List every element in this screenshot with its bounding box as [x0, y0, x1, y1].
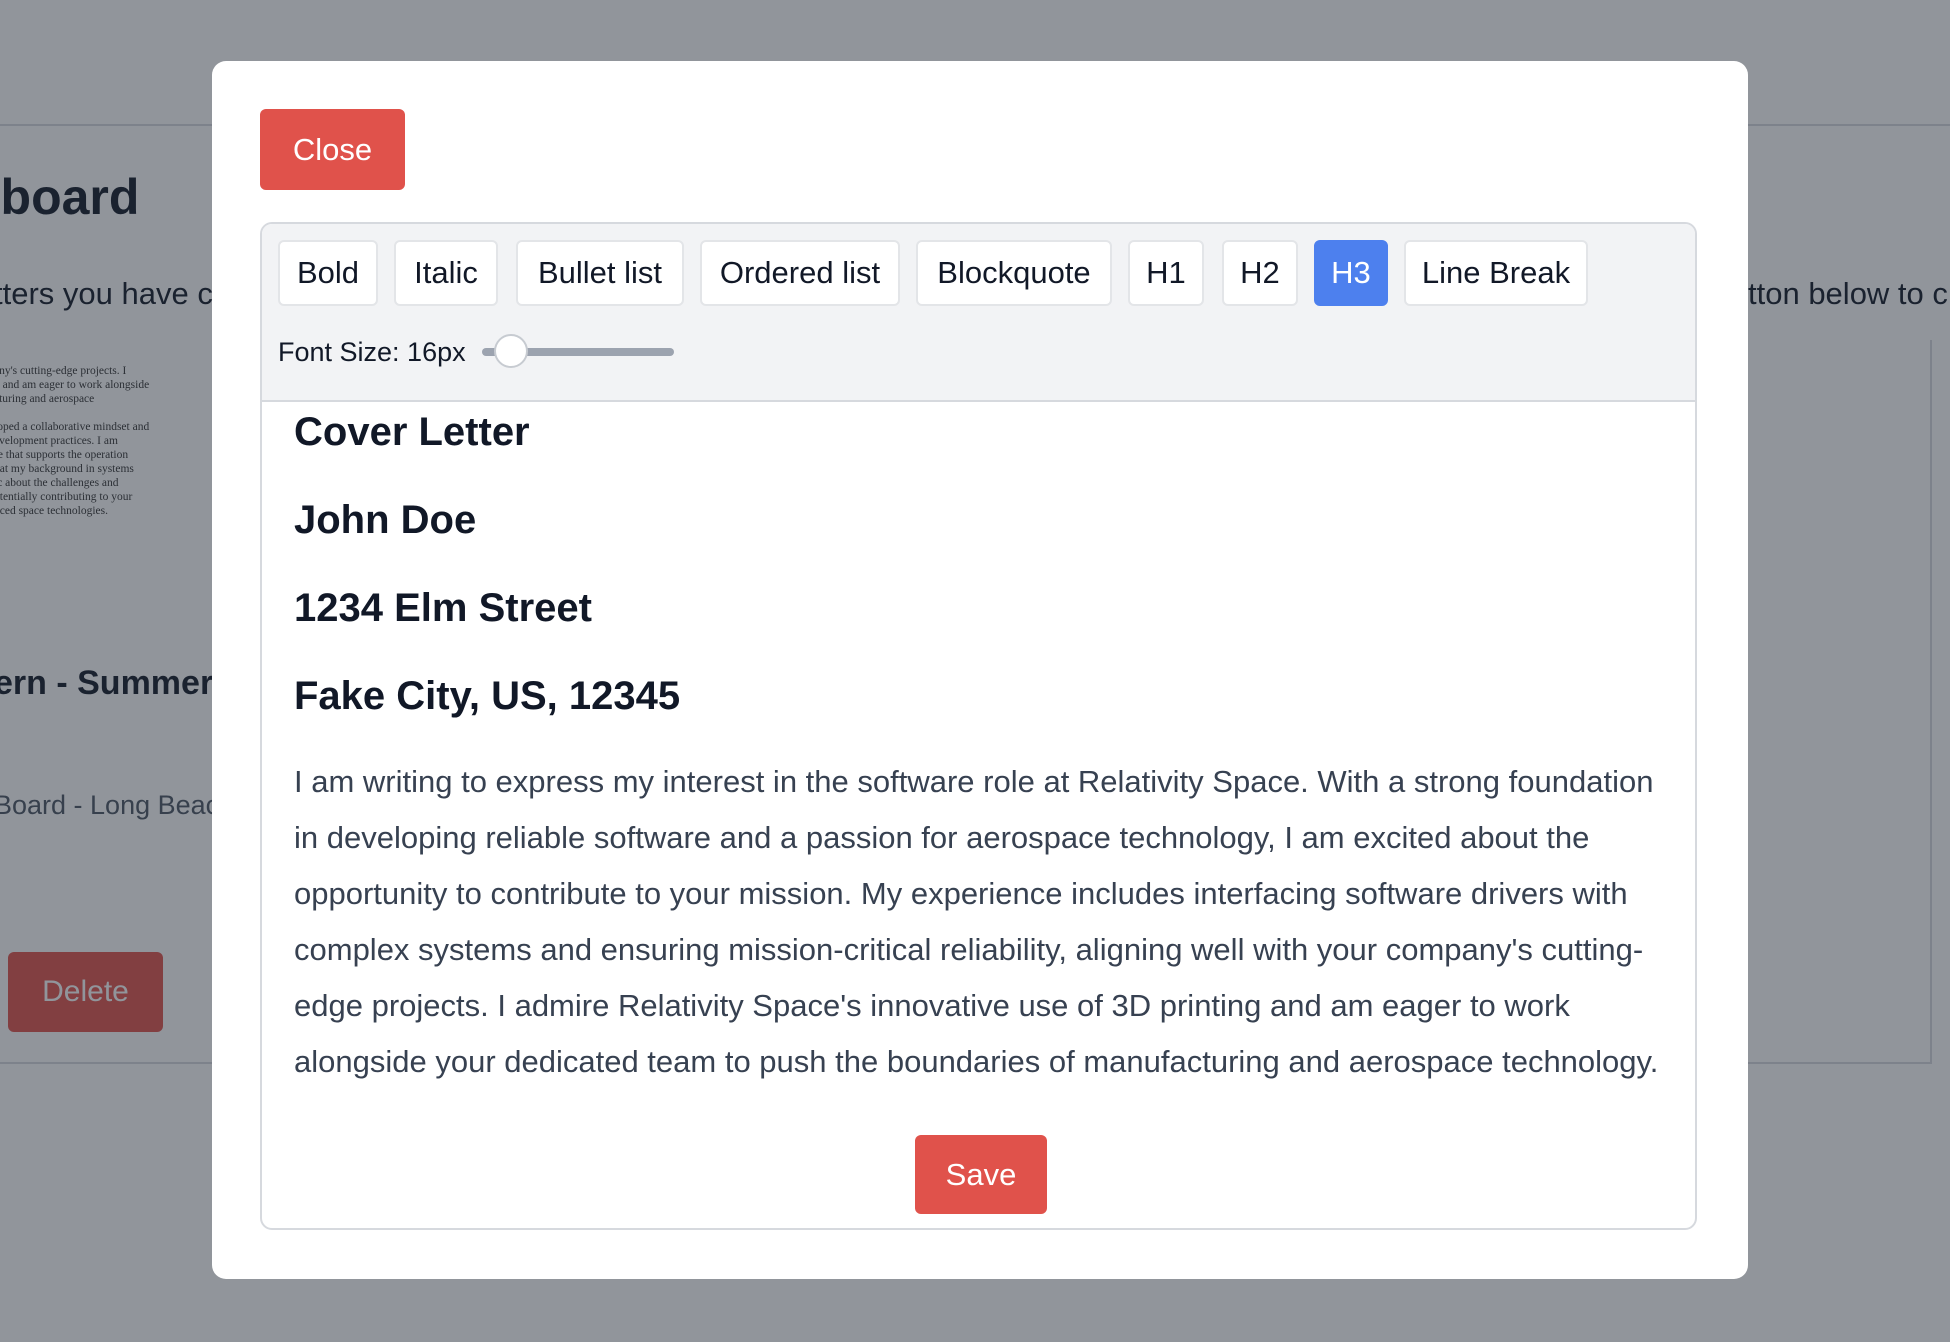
font-size-control: Font Size: 16px [278, 332, 674, 372]
italic-button[interactable]: Italic [394, 240, 498, 306]
h2-button[interactable]: H2 [1222, 240, 1298, 306]
heading-cover-letter: Cover Letter [294, 410, 530, 454]
line-break-button[interactable]: Line Break [1404, 240, 1588, 306]
bullet-list-button[interactable]: Bullet list [516, 240, 684, 306]
bold-button[interactable]: Bold [278, 240, 378, 306]
close-button[interactable]: Close [260, 109, 405, 190]
ordered-list-button[interactable]: Ordered list [700, 240, 900, 306]
h1-button[interactable]: H1 [1128, 240, 1204, 306]
rich-text-editor: Bold Italic Bullet list Ordered list Blo… [260, 222, 1697, 1230]
heading-street: 1234 Elm Street [294, 586, 592, 630]
font-size-slider[interactable] [481, 332, 674, 372]
editor-content[interactable]: Cover Letter John Doe 1234 Elm Street Fa… [262, 402, 1695, 1114]
heading-city: Fake City, US, 12345 [294, 674, 681, 718]
save-button[interactable]: Save [915, 1135, 1047, 1214]
blockquote-button[interactable]: Blockquote [916, 240, 1112, 306]
slider-thumb[interactable] [493, 334, 528, 368]
font-size-label: Font Size: 16px [278, 336, 466, 367]
editor-toolbar: Bold Italic Bullet list Ordered list Blo… [262, 224, 1695, 402]
h3-button[interactable]: H3 [1314, 240, 1388, 306]
cover-letter-editor-modal: Close Bold Italic Bullet list Ordered li… [212, 61, 1748, 1279]
body-paragraph: I am writing to express my interest in t… [294, 764, 1659, 1079]
heading-name: John Doe [294, 498, 477, 542]
